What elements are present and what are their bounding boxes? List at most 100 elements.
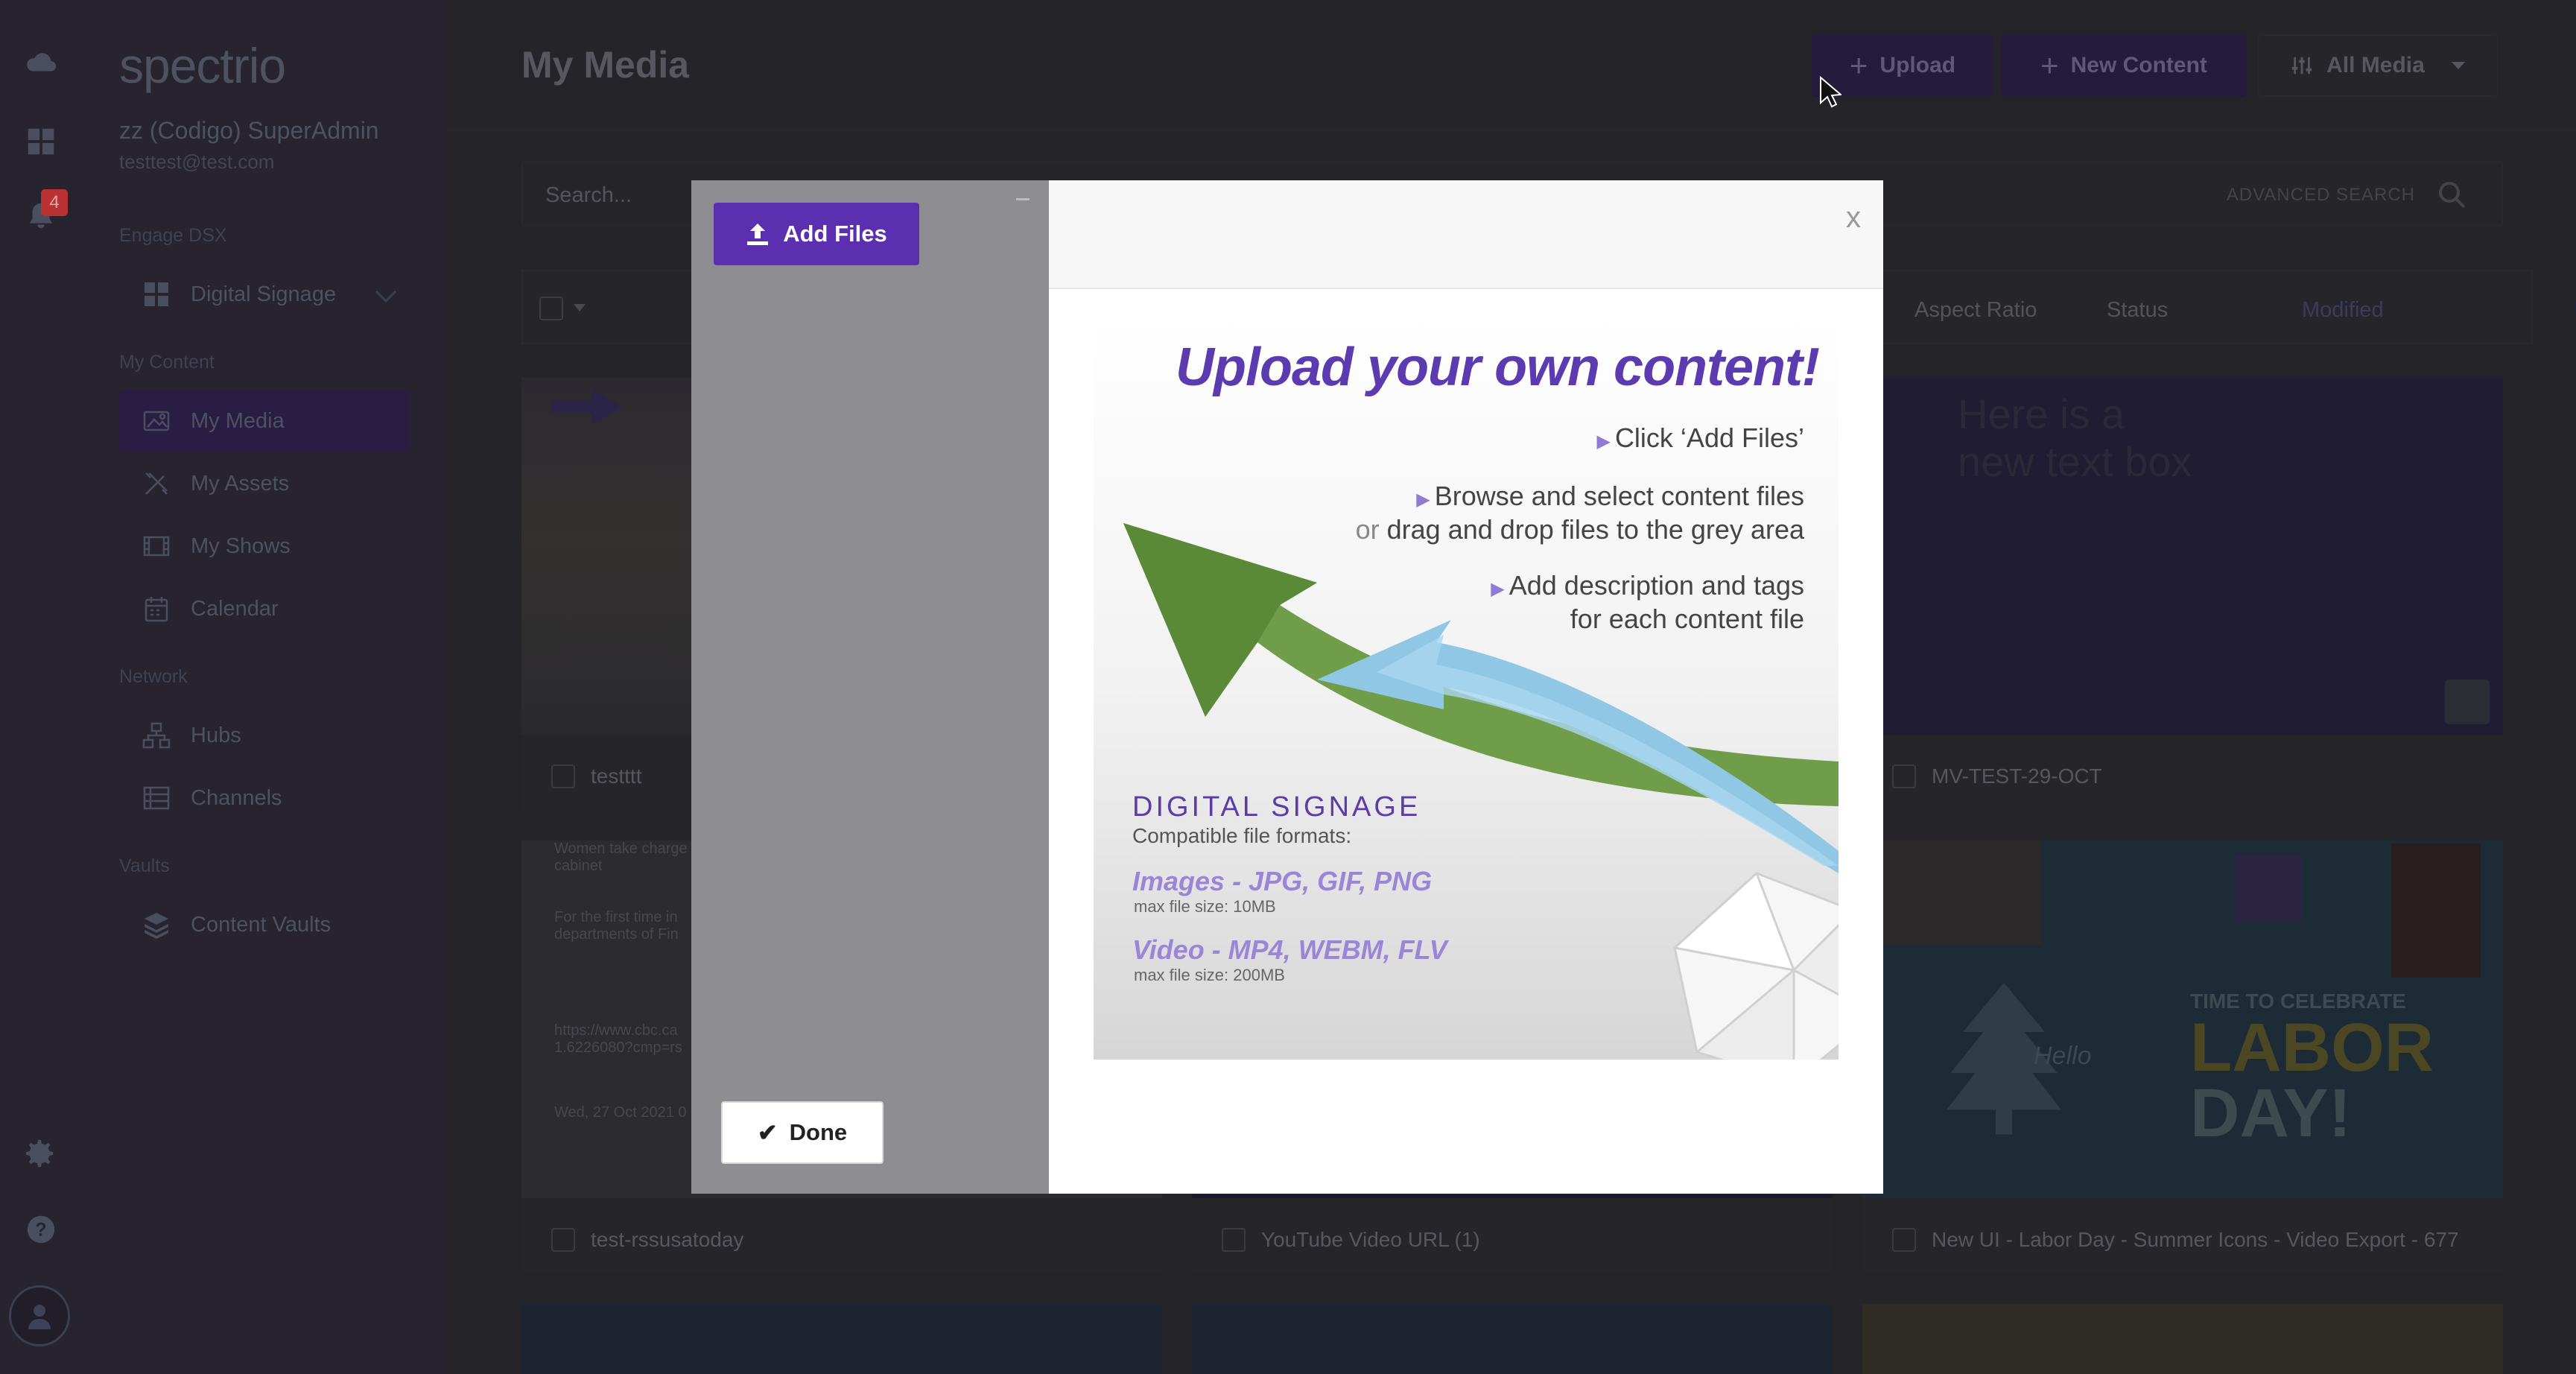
sidebar-item-label: Calendar xyxy=(191,596,279,621)
dashboard-icon[interactable] xyxy=(20,121,62,162)
plus-icon: + xyxy=(1849,48,1868,83)
layers-icon xyxy=(145,913,168,939)
thumbnail-text: Women take charge cabinet xyxy=(554,840,688,874)
sidebar-item-my-assets[interactable]: My Assets xyxy=(119,453,410,514)
advanced-search-link[interactable]: ADVANCED SEARCH xyxy=(2227,185,2415,206)
sidebar-item-hubs[interactable]: Hubs xyxy=(119,705,410,766)
media-checkbox[interactable] xyxy=(1222,1228,1246,1252)
digital-signage-heading: DIGITAL SIGNAGE xyxy=(1132,791,1421,823)
media-card[interactable]: Here is a new text box MV-TEST-29-OCT xyxy=(1862,377,2503,809)
icon-rail: 4 ? xyxy=(0,0,82,1374)
tools-icon xyxy=(145,472,168,495)
column-modified[interactable]: Modified xyxy=(2302,298,2384,323)
media-thumbnail[interactable]: Here is a new text box xyxy=(1862,377,2503,735)
cursor-icon xyxy=(1820,76,1841,108)
section-network: Network xyxy=(119,666,188,687)
checkmark-icon: ✔ xyxy=(757,1119,778,1146)
media-card[interactable] xyxy=(1862,1304,2503,1374)
new-content-button[interactable]: + New Content xyxy=(2001,34,2247,97)
sidebar-item-my-shows[interactable]: My Shows xyxy=(119,516,410,577)
media-label: New UI - Labor Day - Summer Icons - Vide… xyxy=(1932,1228,2459,1251)
media-thumbnail[interactable] xyxy=(1862,1304,2503,1374)
thumbnail-shape xyxy=(2235,855,2302,922)
media-card[interactable] xyxy=(521,1304,1162,1374)
sidebar-item-digital-signage[interactable]: Digital Signage xyxy=(119,264,410,325)
column-status[interactable]: Status xyxy=(2107,298,2168,323)
thumbnail-text: Hello xyxy=(2034,1042,2092,1070)
thumbnail-text: DAY! xyxy=(2190,1075,2352,1151)
caret-down-icon xyxy=(2451,62,2465,69)
search-icon[interactable] xyxy=(2436,179,2469,212)
section-engage: Engage DSX xyxy=(119,225,227,246)
media-thumbnail[interactable] xyxy=(521,1304,1162,1374)
close-icon[interactable]: x xyxy=(1846,201,1861,235)
media-checkbox[interactable] xyxy=(1892,764,1916,788)
video-max-size: max file size: 200MB xyxy=(1134,966,1285,984)
media-label: MV-TEST-29-OCT xyxy=(1932,764,2102,788)
select-all-checkbox[interactable] xyxy=(539,297,563,320)
help-icon[interactable]: ? xyxy=(20,1209,62,1250)
thumbnail-text: Here is a new text box xyxy=(1958,390,2192,485)
media-thumbnail[interactable]: Hello TIME TO CELEBRATE LABOR DAY! xyxy=(1862,840,2503,1198)
sidebar-item-channels[interactable]: Channels xyxy=(119,767,410,829)
images-max-size: max file size: 10MB xyxy=(1134,897,1276,916)
add-files-button[interactable]: Add Files xyxy=(714,203,919,265)
user-icon xyxy=(28,1305,51,1329)
done-button[interactable]: ✔ Done xyxy=(721,1101,883,1164)
sidebar-item-label: Content Vaults xyxy=(191,912,331,937)
sidebar-item-label: My Assets xyxy=(191,471,290,496)
modal-header: x xyxy=(1049,180,1883,289)
sidebar-item-label: Digital Signage xyxy=(191,282,337,306)
media-thumbnail[interactable] xyxy=(1192,1304,1833,1374)
promo-title: Upload your own content! xyxy=(1176,338,1820,397)
globe-icon xyxy=(2445,680,2490,724)
calendar-icon xyxy=(145,597,168,622)
thumbnail-photo xyxy=(2391,843,2481,978)
chevron-down-icon xyxy=(375,281,397,303)
cloud-icon[interactable] xyxy=(20,42,62,83)
media-checkbox[interactable] xyxy=(1892,1228,1916,1252)
page-title: My Media xyxy=(521,44,690,86)
film-icon xyxy=(143,536,170,557)
sidebar-item-label: Hubs xyxy=(191,723,241,747)
media-checkbox[interactable] xyxy=(551,1228,575,1252)
media-icon xyxy=(143,411,170,431)
gear-icon[interactable] xyxy=(20,1133,62,1174)
network-icon xyxy=(142,722,171,749)
spectrio-logo[interactable]: spectrio xyxy=(119,37,286,94)
svg-text:?: ? xyxy=(35,1220,46,1241)
triangle-bullet-icon: ▶ xyxy=(1596,431,1611,452)
section-my-content: My Content xyxy=(119,352,215,373)
arrows-graphic xyxy=(1123,523,1839,873)
user-name: zz (Codigo) SuperAdmin xyxy=(119,117,379,144)
thumbnail-text: Wed, 27 Oct 2021 0 xyxy=(554,1104,687,1121)
column-aspect-ratio[interactable]: Aspect Ratio xyxy=(1914,298,2037,323)
avatar[interactable] xyxy=(9,1285,70,1346)
thumbnail-text: LABOR xyxy=(2190,1010,2434,1086)
upload-modal-panel: x Upload your own content! ▶ Click ‘Add F… xyxy=(1049,180,1883,1194)
media-label: YouTube Video URL (1) xyxy=(1261,1228,1480,1251)
all-media-dropdown[interactable]: All Media xyxy=(2257,34,2499,97)
thumbnail-photo xyxy=(1877,840,2041,945)
top-bar: My Media + Upload + New Content All Medi… xyxy=(447,0,2576,131)
user-email: testtest@test.com xyxy=(119,151,275,173)
sidebar-item-label: My Media xyxy=(191,408,285,433)
media-label: test-rssusatoday xyxy=(591,1228,744,1251)
sidebar-item-label: Channels xyxy=(191,785,282,810)
sidebar-item-calendar[interactable]: Calendar xyxy=(119,578,410,639)
sidebar-item-content-vaults[interactable]: Content Vaults xyxy=(119,894,410,955)
sidebar-item-my-media[interactable]: My Media xyxy=(119,390,410,452)
upload-drop-area[interactable]: Add Files ✔ Done xyxy=(691,180,1049,1194)
select-menu-caret-icon[interactable] xyxy=(574,304,586,311)
sidebar-item-label: My Shows xyxy=(191,534,291,558)
media-card[interactable]: Hello TIME TO CELEBRATE LABOR DAY! New U… xyxy=(1862,840,2503,1273)
upload-instructions-image: Upload your own content! ▶ Click ‘Add Fil… xyxy=(1094,314,1839,1060)
section-vaults: Vaults xyxy=(119,855,170,876)
media-checkbox[interactable] xyxy=(551,764,575,788)
media-card[interactable] xyxy=(1192,1304,1833,1374)
minimize-icon[interactable] xyxy=(1016,198,1030,200)
channels-icon xyxy=(143,786,170,810)
images-formats: Images - JPG, GIF, PNG xyxy=(1132,866,1433,896)
video-formats: Video - MP4, WEBM, FLV xyxy=(1132,934,1447,965)
polyhedron-graphic xyxy=(1672,871,1839,1060)
